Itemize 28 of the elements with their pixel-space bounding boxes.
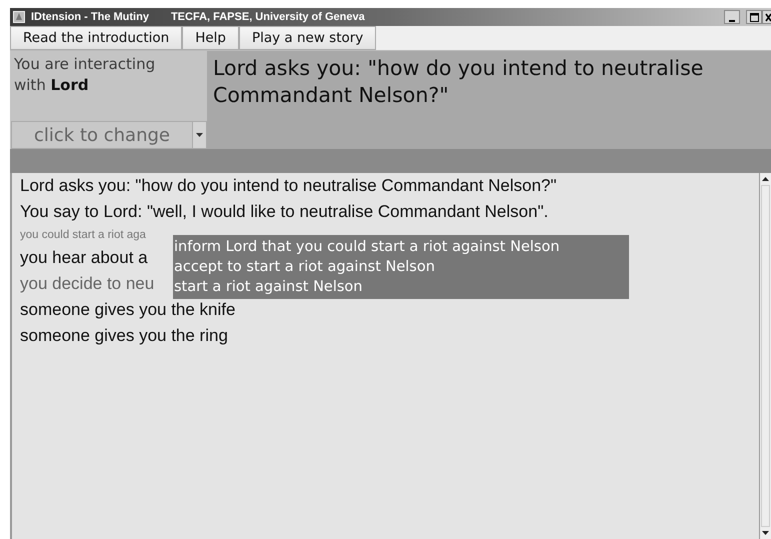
log-line: you hear about a bbox=[20, 247, 148, 269]
window-title: IDtension - The Mutiny bbox=[31, 11, 149, 23]
dropdown-arrow-icon bbox=[196, 133, 203, 137]
interlocutor-label: You are interacting with Lord bbox=[13, 54, 156, 96]
app-icon bbox=[13, 11, 25, 23]
question-text: Lord asks you: "how do you intend to neutralise Commandant Nelson?" bbox=[213, 55, 704, 109]
menu-item[interactable]: start a riot against Nelson bbox=[174, 277, 629, 297]
log-line: someone gives you the ring bbox=[20, 325, 228, 347]
minimize-button[interactable] bbox=[724, 10, 740, 24]
close-icon bbox=[765, 12, 771, 22]
log-line: You say to Lord: "well, I would like to neutralise Commandant Nelson". bbox=[20, 201, 548, 223]
hint-line: you could start a riot aga bbox=[20, 228, 146, 243]
menu-button[interactable]: Help bbox=[182, 26, 239, 50]
menu-button[interactable]: Play a new story bbox=[238, 26, 376, 50]
scroll-up-icon[interactable] bbox=[762, 177, 769, 181]
close-button[interactable] bbox=[762, 10, 771, 24]
menu-button[interactable]: Read the introduction bbox=[10, 26, 182, 50]
log-line: Lord asks you: "how do you intend to neutralise Commandant Nelson?" bbox=[20, 175, 557, 197]
maximize-icon bbox=[750, 12, 758, 22]
log-line: someone gives you the knife bbox=[20, 299, 236, 321]
maximize-button[interactable] bbox=[746, 10, 762, 24]
window-subtitle: TECFA, FAPSE, University of Geneva bbox=[170, 11, 365, 23]
character-dropdown[interactable]: click to change bbox=[11, 121, 207, 149]
menu-item[interactable]: inform Lord that you could start a riot against Nelson bbox=[174, 237, 629, 257]
scroll-down-icon[interactable] bbox=[762, 531, 769, 535]
log-line: you decide to neu bbox=[20, 273, 154, 295]
minimize-icon bbox=[729, 20, 735, 22]
menu-item[interactable]: accept to start a riot against Nelson bbox=[174, 257, 629, 277]
